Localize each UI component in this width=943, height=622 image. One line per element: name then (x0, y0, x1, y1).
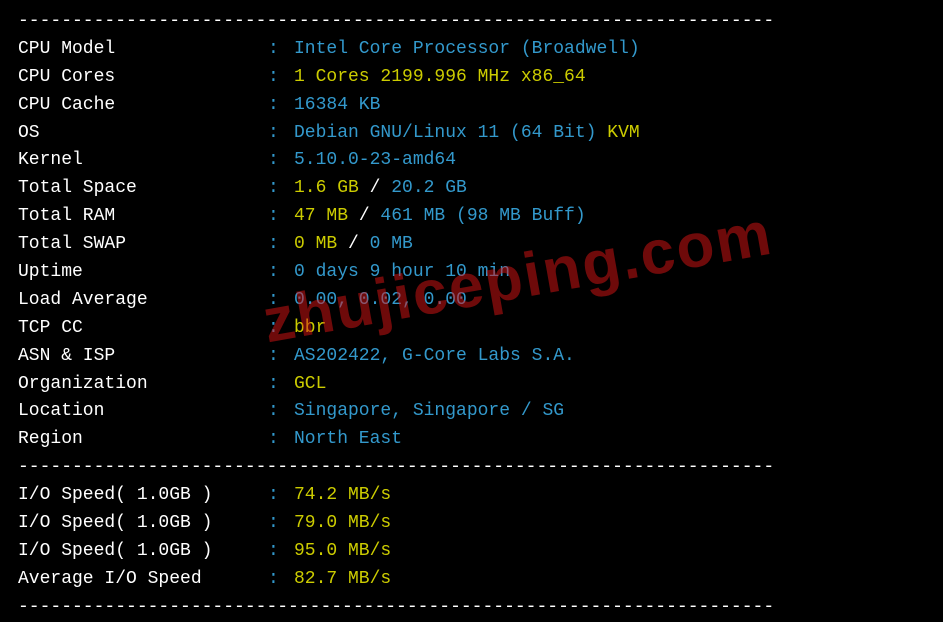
label-cpu-cache: CPU Cache (18, 92, 268, 120)
colon: : (268, 92, 294, 120)
colon: : (268, 510, 294, 538)
value-total-swap-total: 0 MB (370, 231, 413, 259)
colon: : (268, 259, 294, 287)
value-cpu-cache: 16384 KB (294, 92, 380, 120)
value-cpu-cores: 1 Cores 2199.996 MHz x86_64 (294, 64, 586, 92)
colon: : (268, 64, 294, 92)
label-kernel: Kernel (18, 147, 268, 175)
label-total-swap: Total SWAP (18, 231, 268, 259)
sep: / (348, 203, 380, 231)
divider-top: ----------------------------------------… (18, 8, 925, 36)
label-location: Location (18, 398, 268, 426)
value-cpu-model: Intel Core Processor (Broadwell) (294, 36, 640, 64)
colon: : (268, 36, 294, 64)
label-average-io-speed: Average I/O Speed (18, 566, 268, 594)
divider-mid: ----------------------------------------… (18, 454, 925, 482)
colon: : (268, 482, 294, 510)
value-total-space-used: 1.6 GB (294, 175, 359, 203)
label-region: Region (18, 426, 268, 454)
row-os: OS : Debian GNU/Linux 11 (64 Bit) KVM (18, 120, 925, 148)
value-io-speed: 79.0 MB/s (294, 510, 391, 538)
colon: : (268, 147, 294, 175)
label-total-space: Total Space (18, 175, 268, 203)
label-io-speed: I/O Speed( 1.0GB ) (18, 538, 268, 566)
colon: : (268, 343, 294, 371)
value-tcp-cc: bbr (294, 315, 326, 343)
label-io-speed: I/O Speed( 1.0GB ) (18, 510, 268, 538)
row-tcp-cc: TCP CC : bbr (18, 315, 925, 343)
value-kernel: 5.10.0-23-amd64 (294, 147, 456, 175)
row-io-speed-2: I/O Speed( 1.0GB ) : 79.0 MB/s (18, 510, 925, 538)
colon: : (268, 398, 294, 426)
divider-bottom: ----------------------------------------… (18, 594, 925, 622)
value-io-speed: 74.2 MB/s (294, 482, 391, 510)
colon: : (268, 315, 294, 343)
value-io-speed: 95.0 MB/s (294, 538, 391, 566)
row-cpu-cores: CPU Cores : 1 Cores 2199.996 MHz x86_64 (18, 64, 925, 92)
value-os: Debian GNU/Linux 11 (64 Bit) (294, 120, 607, 148)
sep: / (337, 231, 369, 259)
label-cpu-cores: CPU Cores (18, 64, 268, 92)
value-organization: GCL (294, 371, 326, 399)
row-total-space: Total Space : 1.6 GB / 20.2 GB (18, 175, 925, 203)
row-io-speed-3: I/O Speed( 1.0GB ) : 95.0 MB/s (18, 538, 925, 566)
colon: : (268, 371, 294, 399)
row-region: Region : North East (18, 426, 925, 454)
colon: : (268, 175, 294, 203)
row-uptime: Uptime : 0 days 9 hour 10 min (18, 259, 925, 287)
value-location: Singapore, Singapore / SG (294, 398, 564, 426)
value-average-io-speed: 82.7 MB/s (294, 566, 391, 594)
value-total-ram-buff: (98 MB Buff) (445, 203, 585, 231)
colon: : (268, 287, 294, 315)
value-total-ram-used: 47 MB (294, 203, 348, 231)
value-uptime: 0 days 9 hour 10 min (294, 259, 510, 287)
label-uptime: Uptime (18, 259, 268, 287)
value-total-ram-total: 461 MB (380, 203, 445, 231)
label-asn-isp: ASN & ISP (18, 343, 268, 371)
colon: : (268, 203, 294, 231)
colon: : (268, 426, 294, 454)
label-tcp-cc: TCP CC (18, 315, 268, 343)
label-os: OS (18, 120, 268, 148)
row-kernel: Kernel : 5.10.0-23-amd64 (18, 147, 925, 175)
colon: : (268, 538, 294, 566)
row-asn-isp: ASN & ISP : AS202422, G-Core Labs S.A. (18, 343, 925, 371)
row-io-speed-1: I/O Speed( 1.0GB ) : 74.2 MB/s (18, 482, 925, 510)
value-region: North East (294, 426, 402, 454)
value-total-swap-used: 0 MB (294, 231, 337, 259)
row-load-average: Load Average : 0.00, 0.02, 0.00 (18, 287, 925, 315)
label-load-average: Load Average (18, 287, 268, 315)
value-asn-isp: AS202422, G-Core Labs S.A. (294, 343, 575, 371)
value-total-space-total: 20.2 GB (391, 175, 467, 203)
row-cpu-cache: CPU Cache : 16384 KB (18, 92, 925, 120)
colon: : (268, 120, 294, 148)
colon: : (268, 231, 294, 259)
row-cpu-model: CPU Model : Intel Core Processor (Broadw… (18, 36, 925, 64)
label-io-speed: I/O Speed( 1.0GB ) (18, 482, 268, 510)
sep: / (359, 175, 391, 203)
row-average-io-speed: Average I/O Speed : 82.7 MB/s (18, 566, 925, 594)
row-total-ram: Total RAM : 47 MB / 461 MB (98 MB Buff) (18, 203, 925, 231)
label-cpu-model: CPU Model (18, 36, 268, 64)
row-location: Location : Singapore, Singapore / SG (18, 398, 925, 426)
label-total-ram: Total RAM (18, 203, 268, 231)
row-organization: Organization : GCL (18, 371, 925, 399)
colon: : (268, 566, 294, 594)
value-os-suffix: KVM (607, 120, 639, 148)
value-load-average: 0.00, 0.02, 0.00 (294, 287, 467, 315)
row-total-swap: Total SWAP : 0 MB / 0 MB (18, 231, 925, 259)
label-organization: Organization (18, 371, 268, 399)
